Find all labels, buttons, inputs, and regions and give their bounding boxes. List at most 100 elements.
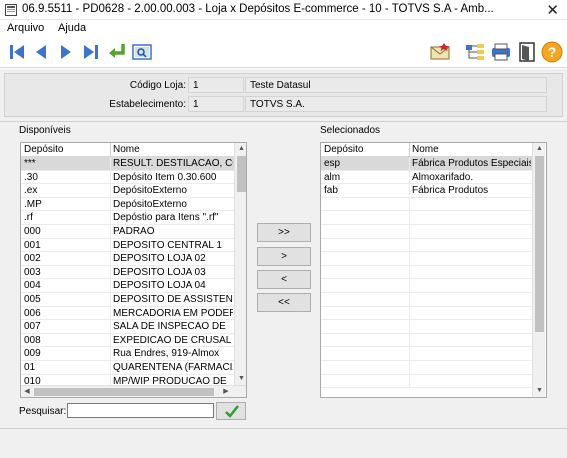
close-icon[interactable]: ✕: [546, 1, 559, 19]
column-separator: [409, 333, 410, 348]
column-separator: [409, 157, 410, 171]
scroll-right-icon[interactable]: ▶: [220, 386, 232, 397]
list-item[interactable]: 001 DEPOSITO CENTRAL 1: [21, 238, 234, 253]
list-item[interactable]: fab Fábrica Produtos: [321, 184, 532, 198]
list-item[interactable]: alm Almoxarifado.: [321, 170, 532, 185]
nome-cell: QUARENTENA (FARMACIA): [113, 361, 233, 373]
nome-cell: Fábrica Produtos Especiais: [412, 158, 531, 169]
list-item[interactable]: 002 DEPOSITO LOJA 02: [21, 252, 234, 266]
selecionados-list[interactable]: Depósito Nome esp Fábrica Produtos Especi…: [320, 142, 547, 398]
scroll-up-icon[interactable]: ▲: [533, 143, 546, 155]
list-item[interactable]: 006 MERCADORIA EM PODER: [21, 306, 234, 321]
nome-cell: EXPEDICAO DE CRUSAL: [113, 334, 232, 346]
list-item[interactable]: 004 DEPOSITO LOJA 04: [21, 279, 234, 293]
selecionados-vscrollbar[interactable]: ▲ ▼: [532, 143, 545, 397]
remove-one-button[interactable]: <: [257, 270, 311, 289]
column-header-nome[interactable]: Nome: [412, 144, 439, 155]
list-item[interactable]: .ex DepósitoExterno: [21, 184, 234, 198]
disponiveis-hscrollbar[interactable]: ◀ ▶: [21, 385, 246, 397]
remove-all-button[interactable]: <<: [257, 293, 311, 312]
menu-arquivo[interactable]: Arquivo: [7, 22, 44, 34]
empty-list-item: [321, 360, 532, 375]
mail-icon[interactable]: [429, 41, 451, 63]
empty-list-item: [321, 292, 532, 307]
add-one-button[interactable]: >: [257, 247, 311, 266]
disponiveis-vscrollbar[interactable]: ▲ ▼: [234, 143, 246, 385]
estabelecimento-desc-field: TOTVS S.A.: [245, 96, 547, 112]
tree-structure-icon[interactable]: [464, 41, 486, 63]
add-all-button[interactable]: >>: [257, 223, 311, 242]
list-item[interactable]: 000 PADRAO: [21, 224, 234, 239]
list-item[interactable]: .30 Depósito Item 0.30.600: [21, 170, 234, 185]
first-record-icon[interactable]: [6, 41, 28, 63]
empty-list-item: [321, 265, 532, 280]
list-item[interactable]: 009 Rua Endres, 919-Almox: [21, 347, 234, 361]
scroll-thumb[interactable]: [237, 156, 246, 192]
column-separator: [409, 224, 410, 239]
menu-ajuda[interactable]: Ajuda: [58, 22, 86, 34]
scroll-down-icon[interactable]: ▼: [533, 385, 546, 397]
empty-list-item: [321, 306, 532, 321]
list-item[interactable]: 003 DEPOSITO LOJA 03: [21, 265, 234, 280]
exit-door-icon[interactable]: [516, 41, 538, 63]
column-separator: [409, 360, 410, 375]
column-header-deposito[interactable]: Depósito: [324, 144, 363, 155]
column-separator: [110, 211, 111, 225]
divider: [0, 428, 567, 429]
disponiveis-label: Disponíveis: [19, 125, 71, 136]
window-title: 06.9.5511 - PD0628 - 2.00.00.003 - Loja …: [22, 3, 494, 15]
column-separator: [110, 265, 111, 280]
column-separator: [110, 306, 111, 321]
scroll-down-icon[interactable]: ▼: [235, 373, 246, 385]
disponiveis-header: Depósito Nome: [21, 143, 234, 157]
scroll-up-icon[interactable]: ▲: [235, 143, 246, 155]
deposito-cell: ***: [24, 158, 36, 169]
empty-list-item: [321, 279, 532, 293]
help-icon[interactable]: ?: [541, 41, 563, 63]
list-item[interactable]: .rf Depóstio para Itens ".rf": [21, 211, 234, 225]
list-item[interactable]: *** RESULT. DESTILACAO, COL: [21, 157, 234, 171]
nome-cell: Fábrica Produtos: [412, 185, 489, 197]
nome-cell: RESULT. DESTILACAO, COL: [113, 158, 233, 169]
search-record-icon[interactable]: [131, 41, 153, 63]
disponiveis-list[interactable]: Depósito Nome *** RESULT. DESTILACAO, COL…: [20, 142, 247, 398]
column-separator: [110, 197, 111, 212]
deposito-cell: 000: [24, 225, 41, 237]
column-separator: [409, 197, 410, 212]
list-item[interactable]: 007 SALA DE INSPECAO DE: [21, 320, 234, 334]
empty-list-item: [321, 197, 532, 212]
deposito-cell: 008: [24, 334, 41, 346]
previous-record-icon[interactable]: [30, 41, 52, 63]
deposito-cell: .30: [24, 171, 38, 183]
list-item[interactable]: esp Fábrica Produtos Especiais: [321, 157, 532, 171]
hscroll-thumb[interactable]: [34, 388, 214, 396]
column-separator: [409, 374, 410, 389]
go-to-icon[interactable]: [106, 41, 128, 63]
column-header-nome[interactable]: Nome: [113, 144, 140, 155]
next-record-icon[interactable]: [55, 41, 77, 63]
empty-list-item: [321, 320, 532, 334]
column-separator: [409, 238, 410, 253]
print-icon[interactable]: [490, 41, 512, 63]
scroll-thumb[interactable]: [535, 156, 544, 332]
disponiveis-rows: *** RESULT. DESTILACAO, COL .30 Depósito It…: [21, 157, 234, 389]
column-header-deposito[interactable]: Depósito: [24, 144, 63, 155]
deposito-cell: .MP: [24, 198, 42, 210]
estabelecimento-label: Estabelecimento:: [109, 99, 186, 110]
deposito-cell: 003: [24, 266, 41, 278]
last-record-icon[interactable]: [80, 41, 102, 63]
deposito-cell: 009: [24, 348, 41, 360]
deposito-cell: alm: [324, 171, 341, 183]
list-item[interactable]: .MP DepósitoExterno: [21, 197, 234, 212]
scroll-left-icon[interactable]: ◀: [21, 386, 33, 397]
list-item[interactable]: 005 DEPOSITO DE ASSISTENCIA: [21, 292, 234, 307]
search-confirm-button[interactable]: [216, 402, 246, 420]
app-icon: [5, 4, 17, 16]
column-separator: [409, 347, 410, 361]
list-item[interactable]: 01 QUARENTENA (FARMACIA): [21, 360, 234, 375]
selecionados-label: Selecionados: [320, 125, 381, 136]
list-item[interactable]: 008 EXPEDICAO DE CRUSAL: [21, 333, 234, 348]
menu-bar: Arquivo Ajuda: [0, 20, 567, 38]
column-separator: [110, 333, 111, 348]
search-input[interactable]: [67, 403, 214, 418]
